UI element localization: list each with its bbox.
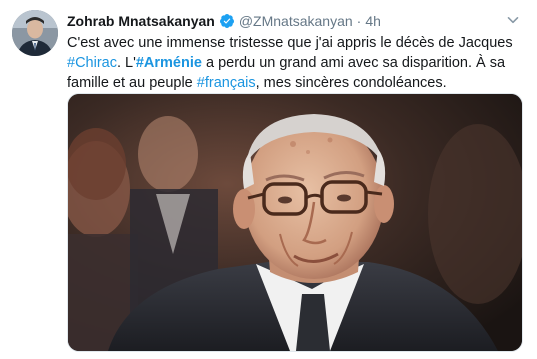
chevron-down-icon[interactable]: [507, 13, 519, 25]
tweet-header: Zohrab Mnatsakanyan @ZMnatsakanyan · 4h: [67, 12, 507, 30]
tweet-timestamp[interactable]: 4h: [365, 12, 381, 30]
hashtag-chirac[interactable]: #Chirac: [67, 55, 117, 71]
tweet-text-part: , mes sincères condoléances.: [255, 75, 447, 91]
avatar-portrait: [12, 10, 58, 56]
header-separator: ·: [356, 13, 362, 29]
author-handle[interactable]: @ZMnatsakanyan: [239, 12, 353, 30]
verified-badge-icon: [219, 13, 235, 29]
tweet-text-part: C'est avec une immense tristesse que j'a…: [67, 35, 513, 51]
author-avatar[interactable]: [12, 10, 58, 56]
hashtag-armenie[interactable]: #Arménie: [136, 55, 202, 71]
tweet-text-part: . L': [116, 55, 136, 71]
tweet-text: C'est avec une immense tristesse que j'a…: [67, 33, 525, 93]
tweet-photo[interactable]: [67, 93, 523, 352]
author-name[interactable]: Zohrab Mnatsakanyan: [67, 12, 215, 30]
tweet[interactable]: Zohrab Mnatsakanyan @ZMnatsakanyan · 4h …: [0, 0, 537, 359]
hashtag-francais[interactable]: #français: [197, 75, 256, 91]
photo-portrait-elderly-man: [68, 94, 522, 351]
